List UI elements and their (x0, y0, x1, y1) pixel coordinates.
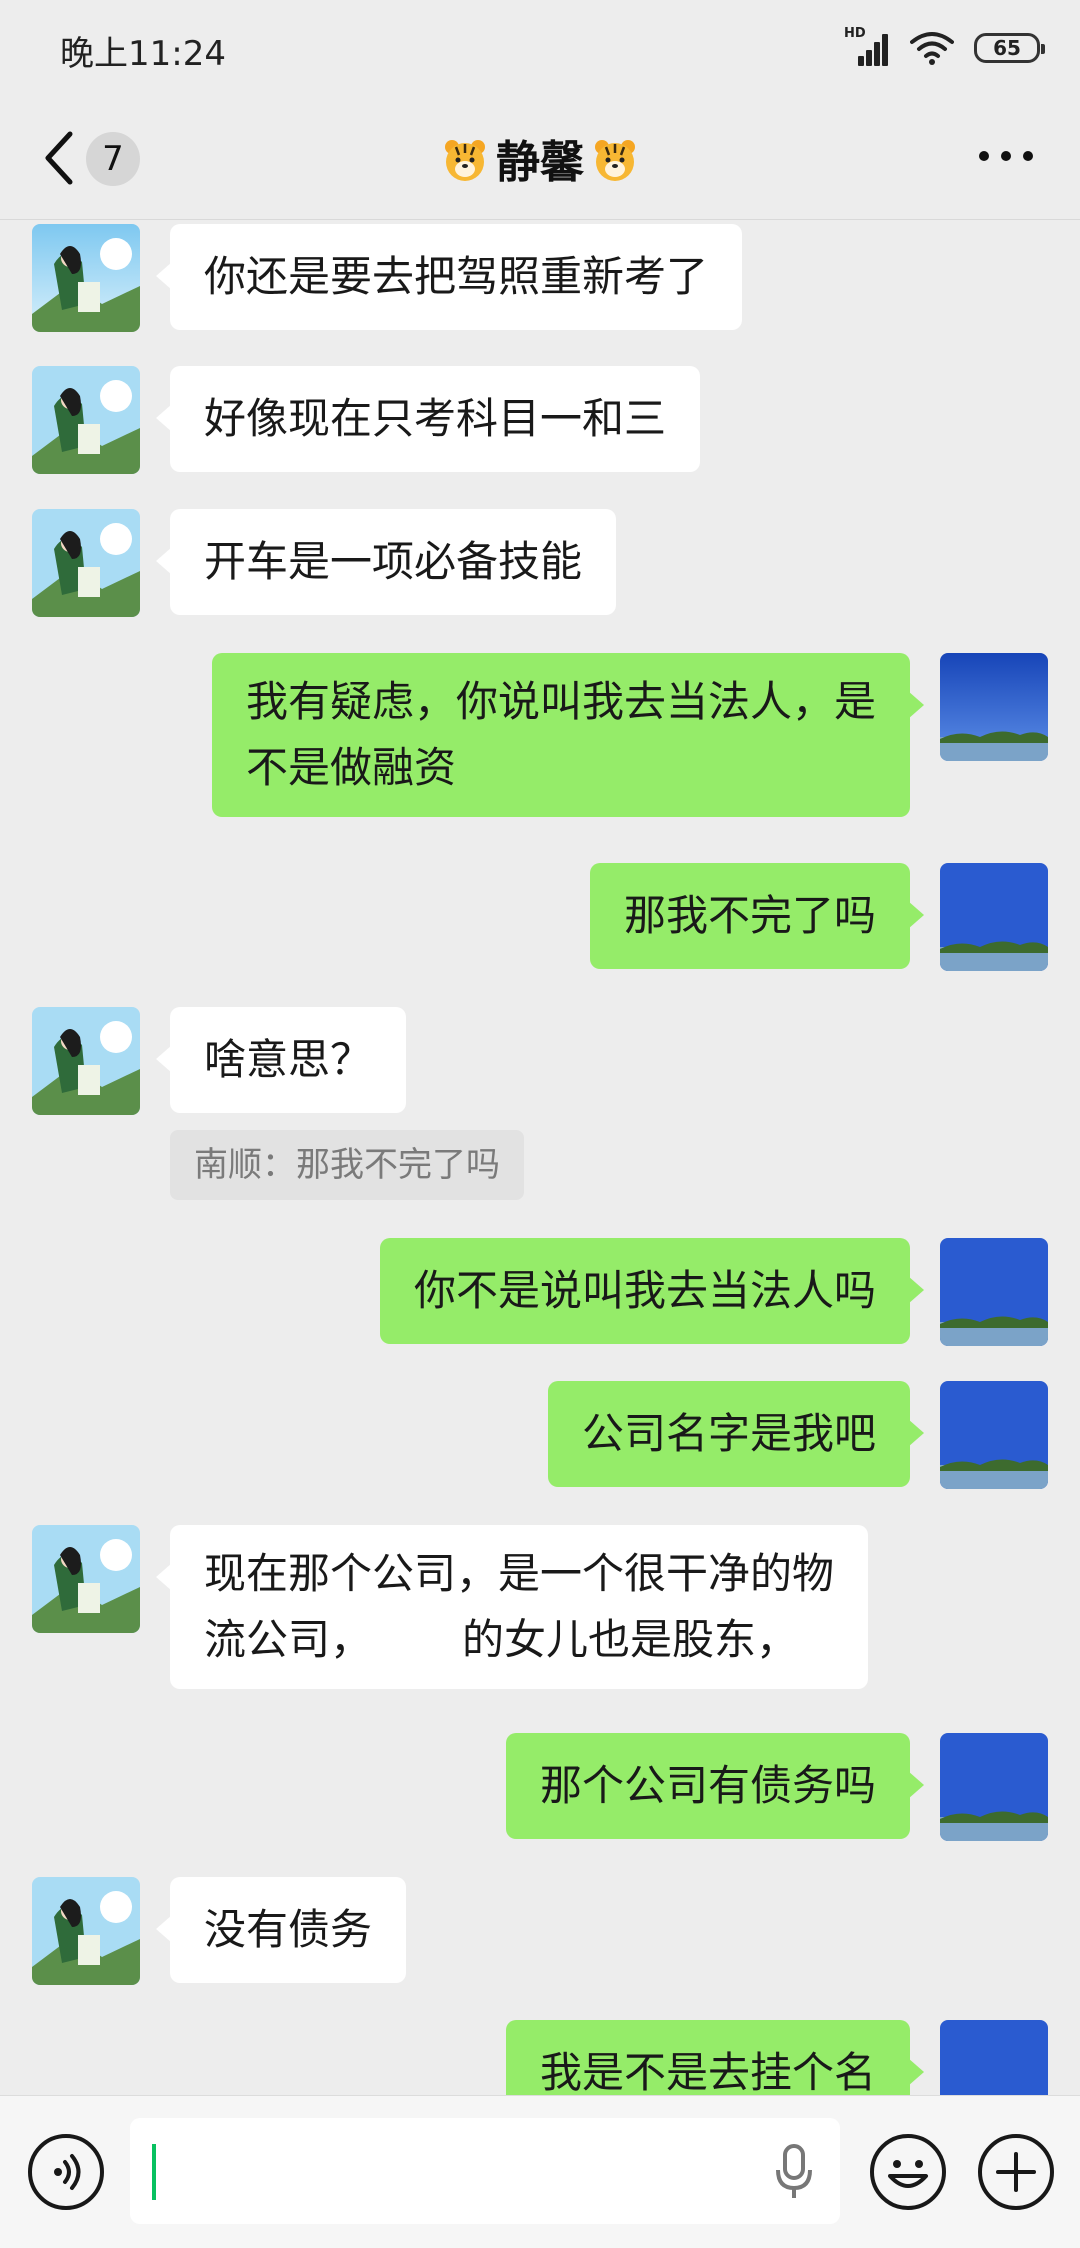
my-avatar[interactable] (940, 1381, 1048, 1489)
plus-icon (996, 2152, 1036, 2192)
message-sent: 那个公司有债务吗 (0, 1733, 1080, 1843)
battery-icon: 65 (974, 33, 1045, 63)
microphone-icon[interactable] (772, 2142, 816, 2202)
message-received: 现在那个公司，是一个很干净的物 流公司， 的女儿也是股东， (0, 1525, 1080, 1705)
message-sent: 我是不是去挂个名 (0, 2020, 1080, 2095)
message-sent: 公司名字是我吧 (0, 1381, 1080, 1491)
message-bubble[interactable]: 没有债务 (155, 1877, 407, 1983)
chat-header: 7 静馨 (0, 96, 1080, 220)
message-input[interactable] (130, 2118, 840, 2224)
voice-mode-button[interactable] (28, 2134, 104, 2210)
contact-name: 静馨 (496, 137, 584, 188)
smiley-icon (888, 2160, 928, 2188)
text-cursor (152, 2144, 156, 2200)
my-avatar[interactable] (940, 2020, 1048, 2095)
message-sent: 那我不完了吗 (0, 863, 1080, 973)
my-avatar[interactable] (940, 863, 1048, 971)
more-functions-button[interactable] (978, 2134, 1054, 2210)
my-avatar[interactable] (940, 653, 1048, 761)
message-received: 开车是一项必备技能 (0, 509, 1080, 619)
tiger-face-icon (595, 140, 635, 181)
message-bubble[interactable]: 我是不是去挂个名 (505, 2020, 925, 2095)
battery-level: 65 (993, 36, 1021, 60)
status-bar: 晚上11:24 HD 65 (0, 0, 1080, 96)
message-bubble[interactable]: 公司名字是我吧 (547, 1381, 925, 1487)
contact-avatar[interactable] (32, 1877, 140, 1985)
quoted-message[interactable]: 南顺：那我不完了吗 (170, 1130, 524, 1200)
contact-avatar[interactable] (32, 1007, 140, 1115)
message-bubble[interactable]: 你还是要去把驾照重新考了 (155, 224, 743, 330)
contact-avatar[interactable] (32, 1525, 140, 1633)
more-options-icon[interactable] (976, 148, 1036, 164)
my-avatar[interactable] (940, 1733, 1048, 1841)
message-bubble[interactable]: 那我不完了吗 (589, 863, 925, 969)
message-line: 我有疑虑，你说叫我去当法人，是 (245, 677, 876, 726)
chat-title: 静馨 (0, 126, 1080, 190)
wifi-icon (910, 32, 954, 65)
tiger-face-icon (445, 140, 485, 181)
message-sent: 你不是说叫我去当法人吗 (0, 1238, 1080, 1348)
message-bubble[interactable]: 那个公司有债务吗 (505, 1733, 925, 1839)
message-bubble[interactable]: 我有疑虑，你说叫我去当法人，是 不是做融资 (211, 653, 925, 817)
input-bar (0, 2095, 1080, 2248)
message-bubble[interactable]: 开车是一项必备技能 (155, 509, 617, 615)
contact-avatar[interactable] (32, 224, 140, 332)
status-time: 晚上11:24 (60, 34, 226, 74)
message-line: 流公司， 的女儿也是股东， (204, 1615, 799, 1664)
message-received: 啥意思？ (0, 1007, 1080, 1117)
message-line: 不是做融资 (245, 743, 456, 792)
my-avatar[interactable] (940, 1238, 1048, 1346)
message-bubble[interactable]: 好像现在只考科目一和三 (155, 366, 701, 472)
contact-avatar[interactable] (32, 366, 140, 474)
voice-wave-icon (54, 2154, 81, 2190)
contact-avatar[interactable] (32, 509, 140, 617)
message-received: 没有债务 (0, 1877, 1080, 1987)
message-line: 现在那个公司，是一个很干净的物 (204, 1549, 835, 1598)
network-type-label: HD (844, 26, 866, 41)
message-received: 好像现在只考科目一和三 (0, 366, 1080, 476)
message-bubble[interactable]: 现在那个公司，是一个很干净的物 流公司， 的女儿也是股东， (155, 1525, 869, 1689)
message-bubble[interactable]: 啥意思？ (155, 1007, 407, 1113)
status-icons: HD 65 (844, 26, 1045, 68)
message-received: 你还是要去把驾照重新考了 (0, 224, 1080, 334)
message-bubble[interactable]: 你不是说叫我去当法人吗 (379, 1238, 925, 1344)
cellular-signal-icon: HD (844, 26, 890, 66)
message-sent: 我有疑虑，你说叫我去当法人，是 不是做融资 (0, 653, 1080, 833)
redacted-area (372, 1653, 462, 1654)
emoji-button[interactable] (870, 2134, 946, 2210)
message-list[interactable]: 你还是要去把驾照重新考了 好像现在只考科目一和三 开车是一项必备技能 我有疑虑，… (0, 220, 1080, 2095)
